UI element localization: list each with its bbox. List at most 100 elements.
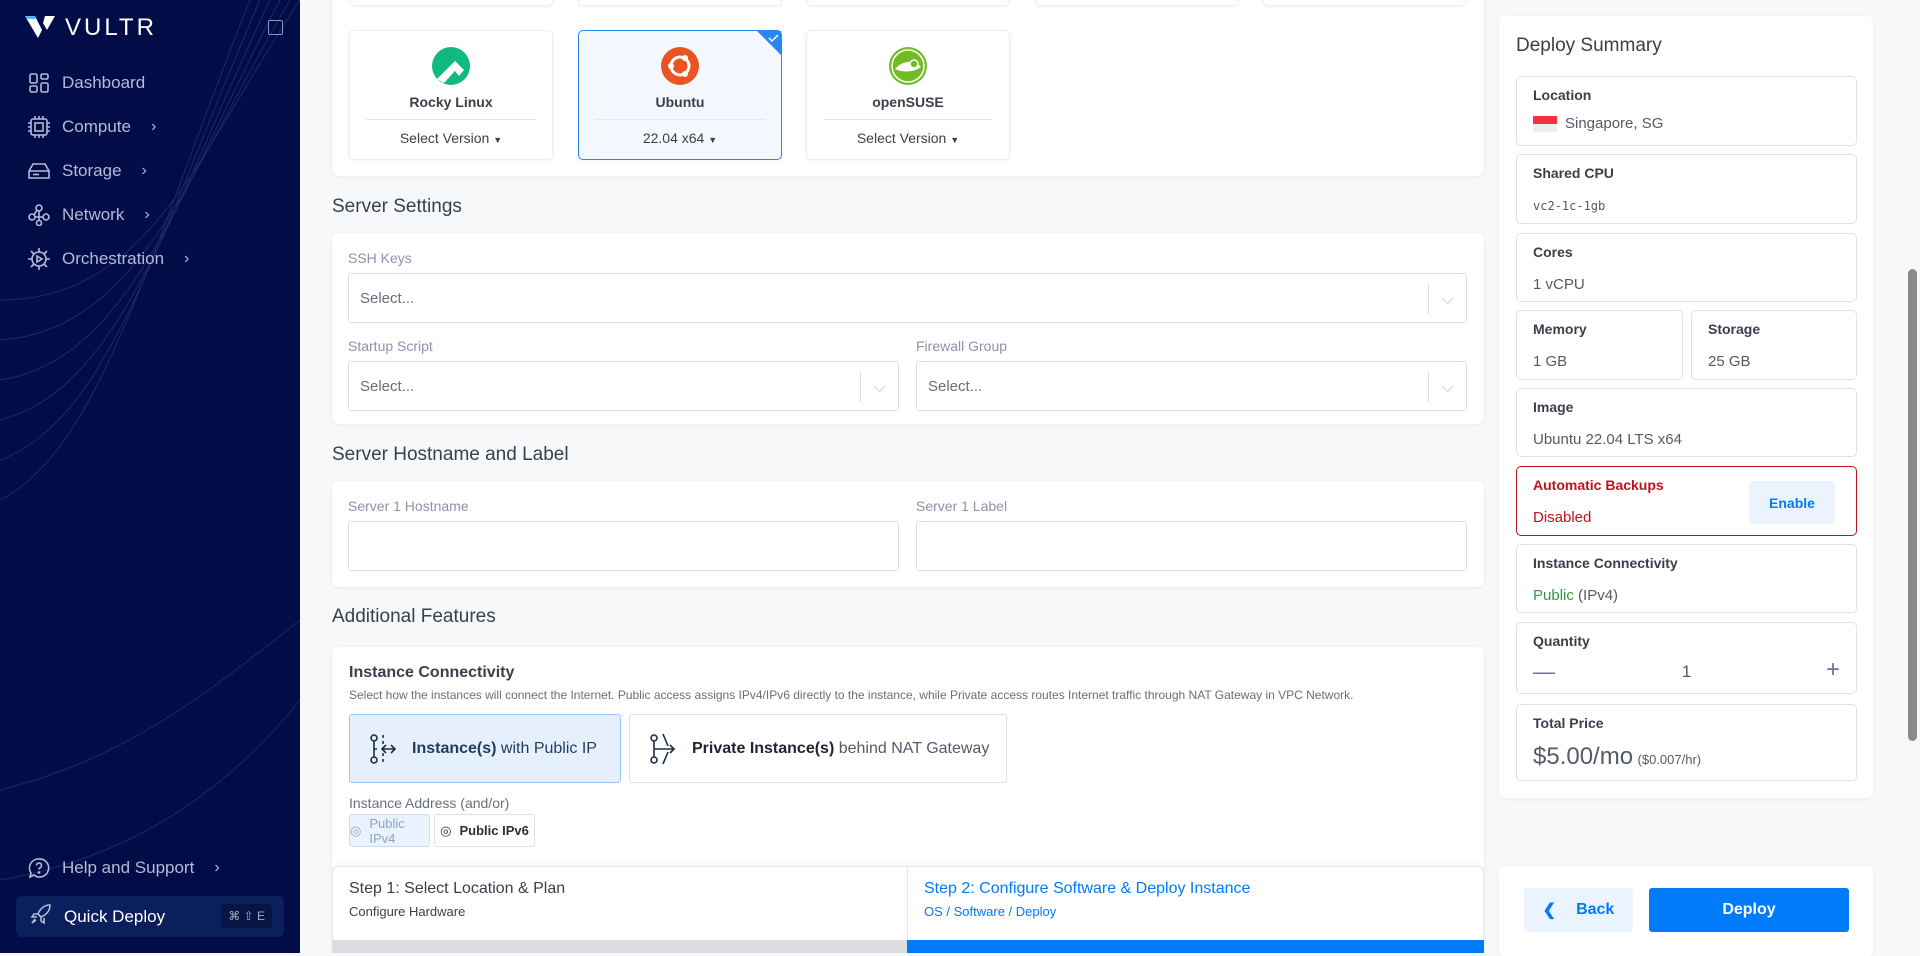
label: Total Price [1533,715,1604,731]
os-card-opensuse[interactable]: openSUSE Select Version ▼ [806,30,1010,160]
os-card[interactable] [349,0,553,6]
label: Storage [1708,321,1761,337]
version-select[interactable]: Select Version ▼ [350,130,552,146]
label: Instance Connectivity [1533,555,1678,571]
chevron-down-icon: ⌵ [860,372,898,402]
summary-cores: Cores 1 vCPU [1516,233,1857,302]
deploy-summary-title: Deploy Summary [1516,35,1662,56]
os-card[interactable] [1035,0,1239,6]
brand-name: VULTR [65,14,157,41]
startup-script-select[interactable]: Select... ⌵ [348,361,899,411]
chevron-left-icon: ❮ [1542,902,1557,919]
summary-backups: Automatic Backups Disabled Enable [1516,466,1857,536]
os-card-ubuntu[interactable]: Ubuntu 22.04 x64 ▼ [578,30,782,160]
sidebar-item-network[interactable]: Network › [28,201,150,229]
summary-storage: Storage 25 GB [1691,310,1857,380]
server-label-input[interactable] [916,521,1467,571]
public-ip-option[interactable]: Instance(s) with Public IP [349,714,621,783]
public-ip-icon [370,733,396,764]
sidebar-item-label: Compute [62,117,131,136]
sidebar-item-dashboard[interactable]: Dashboard [28,69,145,97]
summary-connectivity: Instance Connectivity Public (IPv4) [1516,544,1857,613]
summary-location: Location Singapore, SG [1516,76,1857,146]
caret-down-icon: ▼ [708,135,718,145]
startup-script-label: Startup Script [348,338,433,354]
os-name: Rocky Linux [409,94,493,110]
collapse-sidebar-icon[interactable] [268,20,283,35]
chevron-right-icon: › [184,250,190,267]
chevron-down-icon: ⌵ [1428,284,1466,314]
chip-label: Public IPv4 [369,815,405,846]
label: Memory [1533,321,1587,337]
option-text: with Public IP [496,739,597,757]
os-name: openSUSE [872,94,944,110]
private-nat-option[interactable]: Private Instance(s) behind NAT Gateway [629,714,1007,783]
progress-step1 [332,940,907,953]
version-label: 22.04 x64 [642,130,705,146]
instance-connectivity-description: Select how the instances will connect th… [349,688,1354,702]
sidebar-item-label: Storage [62,161,122,180]
quantity-value[interactable]: 1 [1517,662,1856,682]
firewall-group-select[interactable]: Select... ⌵ [916,361,1467,411]
network-icon [28,204,50,226]
sidebar-item-label: Help and Support [62,858,195,877]
scrollbar-thumb[interactable] [1908,269,1917,741]
step2-subtitle: OS / Software / Deploy [924,904,1057,919]
cpu-icon [28,116,50,138]
version-select[interactable]: Select Version ▼ [807,130,1009,146]
os-card[interactable] [578,0,782,6]
nat-gateway-icon [650,733,676,764]
increase-quantity-button[interactable]: + [1826,656,1840,684]
label: Shared CPU [1533,165,1614,181]
deploy-button[interactable]: Deploy [1649,888,1849,932]
step2-title[interactable]: Step 2: Configure Software & Deploy Inst… [924,880,1250,898]
sidebar-item-storage[interactable]: Storage › [28,157,147,185]
option-bold: Private Instance(s) [692,739,835,757]
hourly-price: ($0.007/hr) [1637,752,1702,767]
quick-deploy-button[interactable]: Quick Deploy ⌘ ⇧ E [16,896,284,937]
monthly-price: $5.00/mo [1533,743,1634,770]
public-ipv6-chip[interactable]: ◎ Public IPv6 [434,814,535,847]
instance-connectivity-title: Instance Connectivity [349,664,515,681]
os-card[interactable] [1263,0,1467,6]
rocket-icon [30,903,52,930]
help-icon [28,857,50,879]
placeholder: Select... [928,377,983,395]
value: 25 GB [1708,353,1751,370]
hostname-input[interactable] [348,521,899,571]
sidebar-item-help[interactable]: Help and Support › [28,854,220,882]
caret-down-icon: ▼ [493,135,503,145]
background-pattern [0,0,300,881]
os-card-rocky-linux[interactable]: Rocky Linux Select Version ▼ [349,30,553,160]
sidebar: VULTR Dashboard Compute › Storage › Networ… [0,0,300,953]
value: 1 vCPU [1533,276,1585,293]
value: vc2-1c-1gb [1533,199,1606,213]
sidebar-item-label: Network [62,205,125,224]
chevron-right-icon: › [214,859,220,876]
value: Public [1533,587,1574,604]
storage-icon [28,160,50,182]
option-text: behind NAT Gateway [834,739,990,757]
ssh-keys-select[interactable]: Select... ⌵ [348,273,1467,323]
version-select[interactable]: 22.04 x64 ▼ [579,130,781,146]
os-card[interactable] [806,0,1010,6]
enable-backups-button[interactable]: Enable [1749,481,1835,524]
instance-address-label: Instance Address (and/or) [349,795,510,811]
version-label: Select Version [856,130,947,146]
label: Quantity [1533,633,1590,649]
back-button[interactable]: ❮ Back [1524,888,1633,932]
value: Ubuntu 22.04 LTS x64 [1533,431,1682,448]
quick-deploy-label: Quick Deploy [64,906,166,926]
summary-image: Image Ubuntu 22.04 LTS x64 [1516,388,1857,457]
public-ipv4-chip[interactable]: ◎ Public IPv4 [349,814,430,847]
step1-title[interactable]: Step 1: Select Location & Plan [349,880,565,898]
sidebar-item-compute[interactable]: Compute › [28,113,156,141]
sidebar-item-orchestration[interactable]: Orchestration › [28,245,189,273]
sidebar-item-label: Orchestration [62,249,165,268]
chevron-down-icon: ⌵ [1428,372,1466,402]
opensuse-logo-icon [889,47,927,85]
chevron-right-icon: › [141,162,147,179]
vultr-logo-icon [25,16,55,38]
option-bold: Instance(s) [412,739,497,757]
vultr-logo[interactable]: VULTR [25,14,157,42]
